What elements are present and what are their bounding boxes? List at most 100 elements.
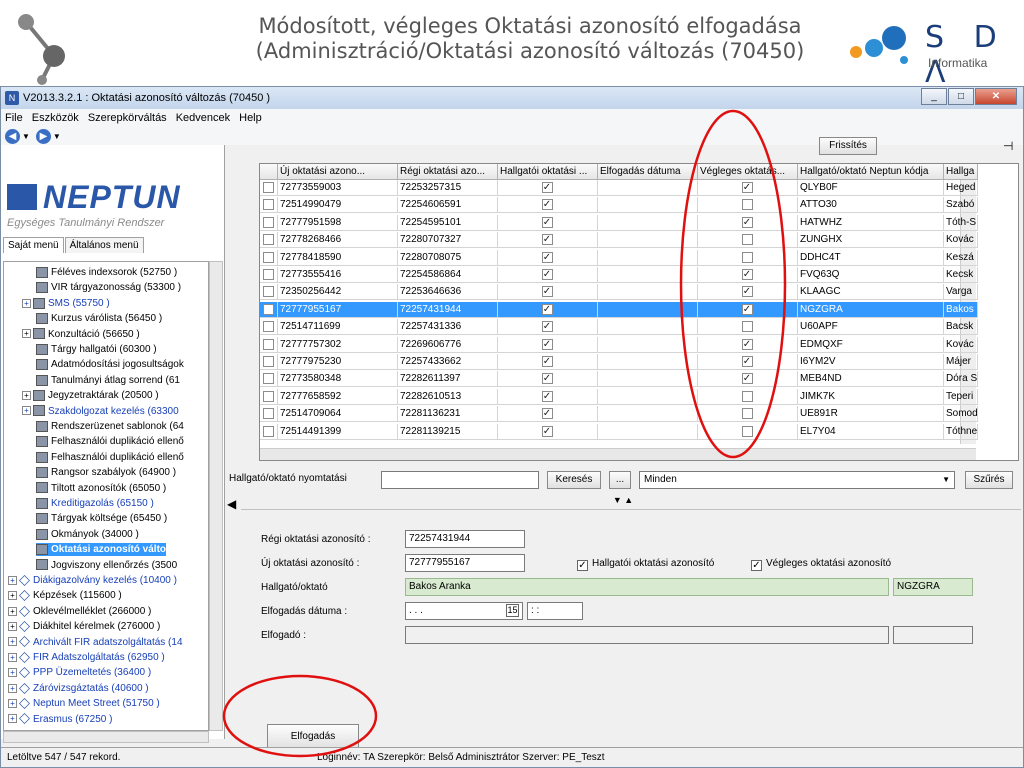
- old-id-field[interactable]: 72257431944: [405, 530, 525, 548]
- new-id-field[interactable]: 72777955167: [405, 554, 525, 572]
- tab-general-menu[interactable]: Általános menü: [64, 237, 144, 253]
- calendar-icon[interactable]: 15: [506, 604, 519, 617]
- row-checkbox[interactable]: [262, 390, 274, 402]
- expand-icon[interactable]: +: [8, 622, 17, 632]
- tree-item[interactable]: Tárgy hallgatói (60300 ): [36, 343, 157, 356]
- panel-resize-arrows-icon[interactable]: ▼ ▲: [593, 495, 653, 507]
- tree-item[interactable]: + Erasmus (67250 ): [8, 713, 112, 726]
- row-select-checkbox[interactable]: [260, 284, 278, 301]
- expand-icon[interactable]: +: [8, 652, 17, 662]
- table-row[interactable]: 72778418590 72280708075 ✓ DDHC4T Keszá: [260, 249, 978, 266]
- row-checkbox[interactable]: [262, 321, 274, 333]
- search-button[interactable]: Keresés: [547, 471, 601, 489]
- tree-item[interactable]: Oktatási azonosító válto: [36, 543, 167, 557]
- table-row[interactable]: 72773580348 72282611397 ✓ ✓ MEB4ND Dóra S: [260, 371, 978, 388]
- table-row[interactable]: 72777757302 72269606776 ✓ ✓ EDMQXF Kovác: [260, 336, 978, 353]
- expand-icon[interactable]: +: [8, 699, 17, 709]
- expand-icon[interactable]: +: [8, 575, 17, 585]
- grid-column-header[interactable]: Elfogadás dátuma: [598, 164, 698, 180]
- row-checkbox[interactable]: [262, 234, 274, 246]
- tree-item[interactable]: + SMS (55750 ): [22, 297, 110, 310]
- table-row[interactable]: 72777951598 72254595101 ✓ ✓ HATWHZ Tóth-S: [260, 214, 978, 231]
- tree-item[interactable]: + Neptun Meet Street (51750 ): [8, 697, 160, 710]
- grid-column-header[interactable]: Régi oktatási azo...: [398, 164, 498, 180]
- row-select-checkbox[interactable]: [260, 267, 278, 283]
- grid-column-header[interactable]: Új oktatási azono...: [278, 164, 398, 180]
- tree-item[interactable]: + Záróvizsgáztatás (40600 ): [8, 682, 149, 695]
- row-select-checkbox[interactable]: [260, 249, 278, 266]
- table-row[interactable]: 72514491399 72281139215 ✓ EL7Y04 Tóthne: [260, 423, 978, 440]
- search-input[interactable]: [381, 471, 539, 489]
- window-titlebar[interactable]: N V2013.3.2.1 : Oktatási azonosító válto…: [1, 87, 1023, 109]
- filter-button[interactable]: Szűrés: [965, 471, 1013, 489]
- tree-item[interactable]: + Diákigazolvány kezelés (10400 ): [8, 574, 177, 587]
- table-row[interactable]: 72514709064 72281136231 ✓ UE891R Somod: [260, 406, 978, 423]
- tree-item[interactable]: + Jegyzetraktárak (20500 ): [22, 389, 159, 402]
- menu-favorites[interactable]: Kedvencek: [176, 112, 230, 124]
- tree-item[interactable]: Felhasználói duplikáció ellenő: [36, 451, 184, 464]
- expand-icon[interactable]: +: [8, 606, 17, 616]
- row-checkbox[interactable]: [262, 408, 274, 420]
- tree-vertical-scrollbar[interactable]: [209, 261, 223, 731]
- menu-file[interactable]: File: [5, 112, 23, 124]
- row-checkbox[interactable]: [262, 182, 274, 193]
- table-row[interactable]: 72777955167 72257431944 ✓ ✓ NGZGRA Bakos: [260, 301, 978, 318]
- row-checkbox[interactable]: [262, 269, 274, 280]
- row-select-checkbox[interactable]: [260, 406, 278, 423]
- expand-icon[interactable]: +: [8, 591, 17, 601]
- tree-item[interactable]: Adatmódosítási jogosultságok: [36, 358, 184, 371]
- row-checkbox[interactable]: [262, 303, 274, 315]
- tree-item[interactable]: + PPP Üzemeltetés (36400 ): [8, 666, 151, 679]
- tree-item[interactable]: + Diákhitel kérelmek (276000 ): [8, 620, 160, 633]
- tree-item[interactable]: + Konzultáció (56650 ): [22, 328, 140, 341]
- table-row[interactable]: 72773555416 72254586864 ✓ ✓ FVQ63Q Kecsk: [260, 267, 978, 283]
- tree-item[interactable]: + Szakdolgozat kezelés (63300: [22, 405, 179, 418]
- row-select-checkbox[interactable]: [260, 423, 278, 440]
- tree-horizontal-scrollbar[interactable]: [3, 731, 209, 743]
- tree-item[interactable]: + Oklevélmelléklet (266000 ): [8, 605, 151, 618]
- row-checkbox[interactable]: [262, 356, 274, 367]
- maximize-button[interactable]: □: [948, 88, 974, 105]
- table-row[interactable]: 72514990479 72254606591 ✓ ATTO30 Szabó: [260, 197, 978, 214]
- grid-column-header[interactable]: Hallga: [944, 164, 978, 180]
- grid-column-header[interactable]: Hallgató/oktató Neptun kódja: [798, 164, 944, 180]
- table-row[interactable]: 72514711699 72257431336 ✓ U60APF Bacsk: [260, 319, 978, 336]
- row-checkbox[interactable]: [262, 286, 274, 298]
- row-select-checkbox[interactable]: [260, 197, 278, 214]
- expand-icon[interactable]: +: [22, 406, 31, 416]
- expand-icon[interactable]: +: [8, 714, 17, 724]
- forward-dropdown-icon[interactable]: ▼: [53, 132, 61, 141]
- row-checkbox[interactable]: [262, 425, 274, 437]
- expand-icon[interactable]: +: [8, 668, 17, 678]
- menu-role-switch[interactable]: Szerepkörváltás: [88, 112, 167, 124]
- row-checkbox[interactable]: [262, 338, 274, 350]
- splitter-collapse-icon[interactable]: ◀: [227, 497, 237, 537]
- grid-horizontal-scrollbar[interactable]: [260, 448, 976, 460]
- row-select-checkbox[interactable]: [260, 232, 278, 249]
- tree-item[interactable]: Kreditigazolás (65150 ): [36, 497, 154, 510]
- minimize-button[interactable]: _: [921, 88, 947, 105]
- menu-help[interactable]: Help: [239, 112, 262, 124]
- row-select-checkbox[interactable]: [260, 336, 278, 353]
- refresh-button[interactable]: Frissítés: [819, 137, 877, 155]
- tree-item[interactable]: VIR tárgyazonosság (53300 ): [36, 281, 181, 294]
- table-row[interactable]: 72773559003 72253257315 ✓ ✓ QLYB0F Heged: [260, 180, 978, 196]
- filter-select[interactable]: Minden ▼: [639, 471, 955, 489]
- table-row[interactable]: 72777975230 72257433662 ✓ ✓ I6YM2V Májer: [260, 354, 978, 370]
- expand-icon[interactable]: +: [22, 391, 31, 401]
- tree-item[interactable]: Rangsor szabályok (64900 ): [36, 466, 176, 479]
- forward-arrow-icon[interactable]: ▶: [35, 128, 51, 144]
- menu-tools[interactable]: Eszközök: [32, 112, 79, 124]
- tree-item[interactable]: + Archivált FIR adatszolgáltatás (14: [8, 636, 183, 649]
- expand-icon[interactable]: +: [8, 637, 17, 647]
- final-id-checkbox[interactable]: ✓: [751, 560, 762, 571]
- row-select-checkbox[interactable]: [260, 354, 278, 370]
- student-id-checkbox[interactable]: ✓: [577, 560, 588, 571]
- tree-item[interactable]: Okmányok (34000 ): [36, 528, 139, 541]
- row-checkbox[interactable]: [262, 373, 274, 385]
- tree-item[interactable]: Felhasználói duplikáció ellenő: [36, 435, 184, 448]
- tree-item[interactable]: Jogviszony ellenőrzés (3500: [36, 559, 177, 572]
- back-arrow-icon[interactable]: ◀: [5, 128, 20, 144]
- row-select-checkbox[interactable]: [260, 388, 278, 405]
- back-dropdown-icon[interactable]: ▼: [22, 132, 30, 141]
